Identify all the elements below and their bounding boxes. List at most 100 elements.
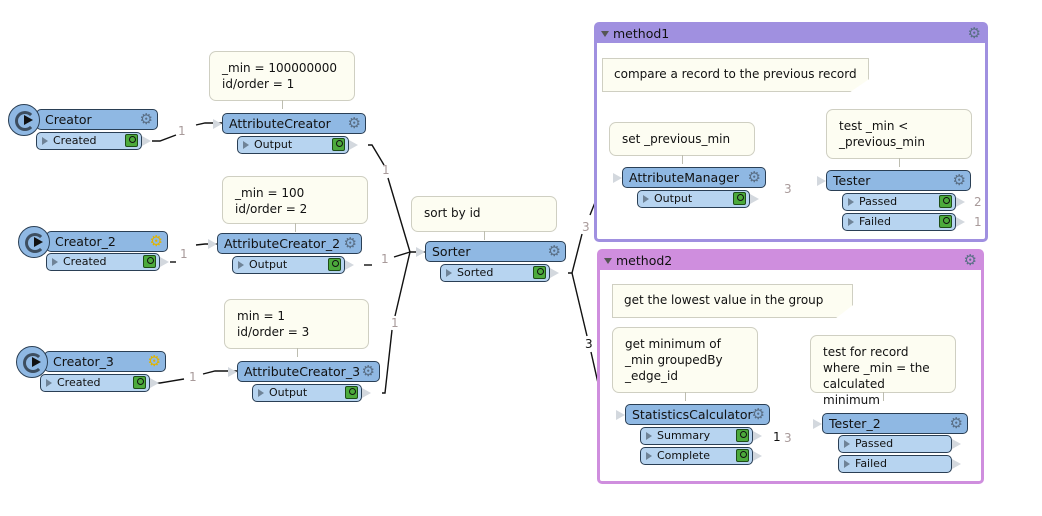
output-arrow-icon[interactable] <box>150 378 159 388</box>
port-output[interactable]: Output <box>237 136 358 154</box>
gear-icon[interactable]: ⚙ <box>748 168 761 187</box>
gear-icon[interactable]: ⚙ <box>348 114 361 133</box>
port-passed[interactable]: Passed <box>838 435 961 453</box>
inspect-icon[interactable] <box>939 215 952 228</box>
transformer-tester-2[interactable]: Tester_2 ⚙ <box>813 413 968 434</box>
annotation-sorter[interactable]: sort by id <box>411 196 557 240</box>
port-created[interactable]: Created <box>40 374 159 392</box>
input-arrow-icon[interactable] <box>817 176 826 186</box>
transformer-creator[interactable]: Creator ⚙ <box>36 109 158 130</box>
feature-count: 3 <box>784 182 792 196</box>
transformer-tester[interactable]: Tester ⚙ <box>817 170 971 191</box>
gear-icon[interactable]: ⚙ <box>344 234 357 253</box>
input-arrow-icon[interactable] <box>416 247 425 257</box>
output-arrow-icon[interactable] <box>753 431 762 441</box>
inspect-icon[interactable] <box>939 195 952 208</box>
output-arrow-icon[interactable] <box>956 197 965 207</box>
gear-icon[interactable]: ⚙ <box>362 362 375 381</box>
note-method1[interactable]: compare a record to the previous record <box>602 58 869 92</box>
note-method2[interactable]: get the lowest value in the group <box>612 284 853 318</box>
feature-count: 3 <box>585 337 593 351</box>
port-failed[interactable]: Failed <box>838 455 961 473</box>
gear-icon[interactable]: ⚙ <box>140 110 153 129</box>
port-label: Created <box>63 255 107 268</box>
output-arrow-icon[interactable] <box>550 268 559 278</box>
annotation-attributecreator[interactable]: _min = 100000000 id/order = 1 <box>209 51 355 109</box>
output-arrow-icon[interactable] <box>345 260 354 270</box>
port-complete[interactable]: Complete <box>640 447 762 465</box>
inspect-icon[interactable] <box>736 449 749 462</box>
transformer-attributecreator-3[interactable]: AttributeCreator_3 ⚙ <box>228 361 380 382</box>
annotation-statisticscalculator[interactable]: get minimum of _min groupedBy _edge_id <box>612 327 758 401</box>
inspect-icon[interactable] <box>328 258 341 271</box>
transformer-attributecreator-2[interactable]: AttributeCreator_2 ⚙ <box>208 233 362 254</box>
gear-warning-icon[interactable]: ⚙ <box>148 352 161 371</box>
port-passed[interactable]: Passed <box>842 193 965 211</box>
inspect-icon[interactable] <box>143 255 156 268</box>
feature-count: 1 <box>189 370 197 384</box>
port-label: Complete <box>657 449 711 462</box>
port-failed[interactable]: Failed <box>842 213 965 231</box>
feature-count: 1 <box>974 215 982 229</box>
port-summary[interactable]: Summary <box>640 427 762 445</box>
inspect-icon[interactable] <box>736 429 749 442</box>
annotation-tester[interactable]: test _min < _previous_min <box>826 109 972 167</box>
input-arrow-icon[interactable] <box>616 410 625 420</box>
gear-icon[interactable]: ⚙ <box>950 414 963 433</box>
output-arrow-icon[interactable] <box>753 451 762 461</box>
port-sorted[interactable]: Sorted <box>440 264 559 282</box>
port-label: Passed <box>855 437 894 450</box>
input-arrow-icon[interactable] <box>813 419 822 429</box>
port-output[interactable]: Output <box>252 384 371 402</box>
output-arrow-icon[interactable] <box>952 439 961 449</box>
gear-icon[interactable]: ⚙ <box>953 171 966 190</box>
port-output[interactable]: Output <box>637 190 759 208</box>
output-arrow-icon[interactable] <box>956 217 965 227</box>
annotation-attributecreator-3[interactable]: min = 1 id/order = 3 <box>224 299 369 357</box>
annotation-attributecreator-2[interactable]: _min = 100 id/order = 2 <box>222 176 368 232</box>
port-output[interactable]: Output <box>232 256 354 274</box>
inspect-icon[interactable] <box>125 134 138 147</box>
port-created[interactable]: Created <box>46 253 169 271</box>
inspect-icon[interactable] <box>332 138 345 151</box>
creator-icon <box>18 226 50 258</box>
input-arrow-icon[interactable] <box>613 173 622 183</box>
port-created[interactable]: Created <box>36 132 151 150</box>
inspect-icon[interactable] <box>533 266 546 279</box>
annotation-tester-2[interactable]: test for record where _min = the calcula… <box>810 335 956 407</box>
transformer-name: Creator <box>45 112 92 127</box>
input-arrow-icon[interactable] <box>208 239 217 249</box>
transformer-name: Sorter <box>432 244 471 259</box>
transformer-creator-2[interactable]: Creator_2 ⚙ <box>46 231 168 252</box>
output-arrow-icon[interactable] <box>349 140 358 150</box>
input-arrow-icon[interactable] <box>228 367 237 377</box>
bookmark-header[interactable]: method1 ⚙ <box>597 24 985 43</box>
transformer-statisticscalculator[interactable]: StatisticsCalculator ⚙ <box>616 404 770 425</box>
transformer-name: AttributeManager <box>629 170 739 185</box>
output-arrow-icon[interactable] <box>142 136 151 146</box>
output-arrow-icon[interactable] <box>160 257 169 267</box>
transformer-name: Tester <box>833 173 871 188</box>
gear-warning-icon[interactable]: ⚙ <box>150 232 163 251</box>
transformer-creator-3[interactable]: Creator_3 ⚙ <box>44 351 166 372</box>
transformer-attributecreator[interactable]: AttributeCreator ⚙ <box>213 113 366 134</box>
output-arrow-icon[interactable] <box>362 388 371 398</box>
transformer-sorter[interactable]: Sorter ⚙ <box>416 241 566 262</box>
gear-icon[interactable]: ⚙ <box>968 24 981 43</box>
inspect-icon[interactable] <box>733 192 746 205</box>
inspect-icon[interactable] <box>345 386 358 399</box>
annotation-attributemanager[interactable]: set _previous_min <box>609 122 755 164</box>
bookmark-header[interactable]: method2 ⚙ <box>600 251 981 270</box>
transformer-name: Tester_2 <box>829 416 881 431</box>
output-arrow-icon[interactable] <box>952 459 961 469</box>
port-label: Failed <box>859 215 891 228</box>
gear-icon[interactable]: ⚙ <box>964 251 977 270</box>
gear-icon[interactable]: ⚙ <box>548 242 561 261</box>
gear-icon[interactable]: ⚙ <box>752 405 765 424</box>
output-arrow-icon[interactable] <box>750 194 759 204</box>
inspect-icon[interactable] <box>133 376 146 389</box>
port-label: Output <box>269 386 308 399</box>
transformer-attributemanager[interactable]: AttributeManager ⚙ <box>613 167 766 188</box>
input-arrow-icon[interactable] <box>213 119 222 129</box>
creator-icon <box>8 104 40 136</box>
